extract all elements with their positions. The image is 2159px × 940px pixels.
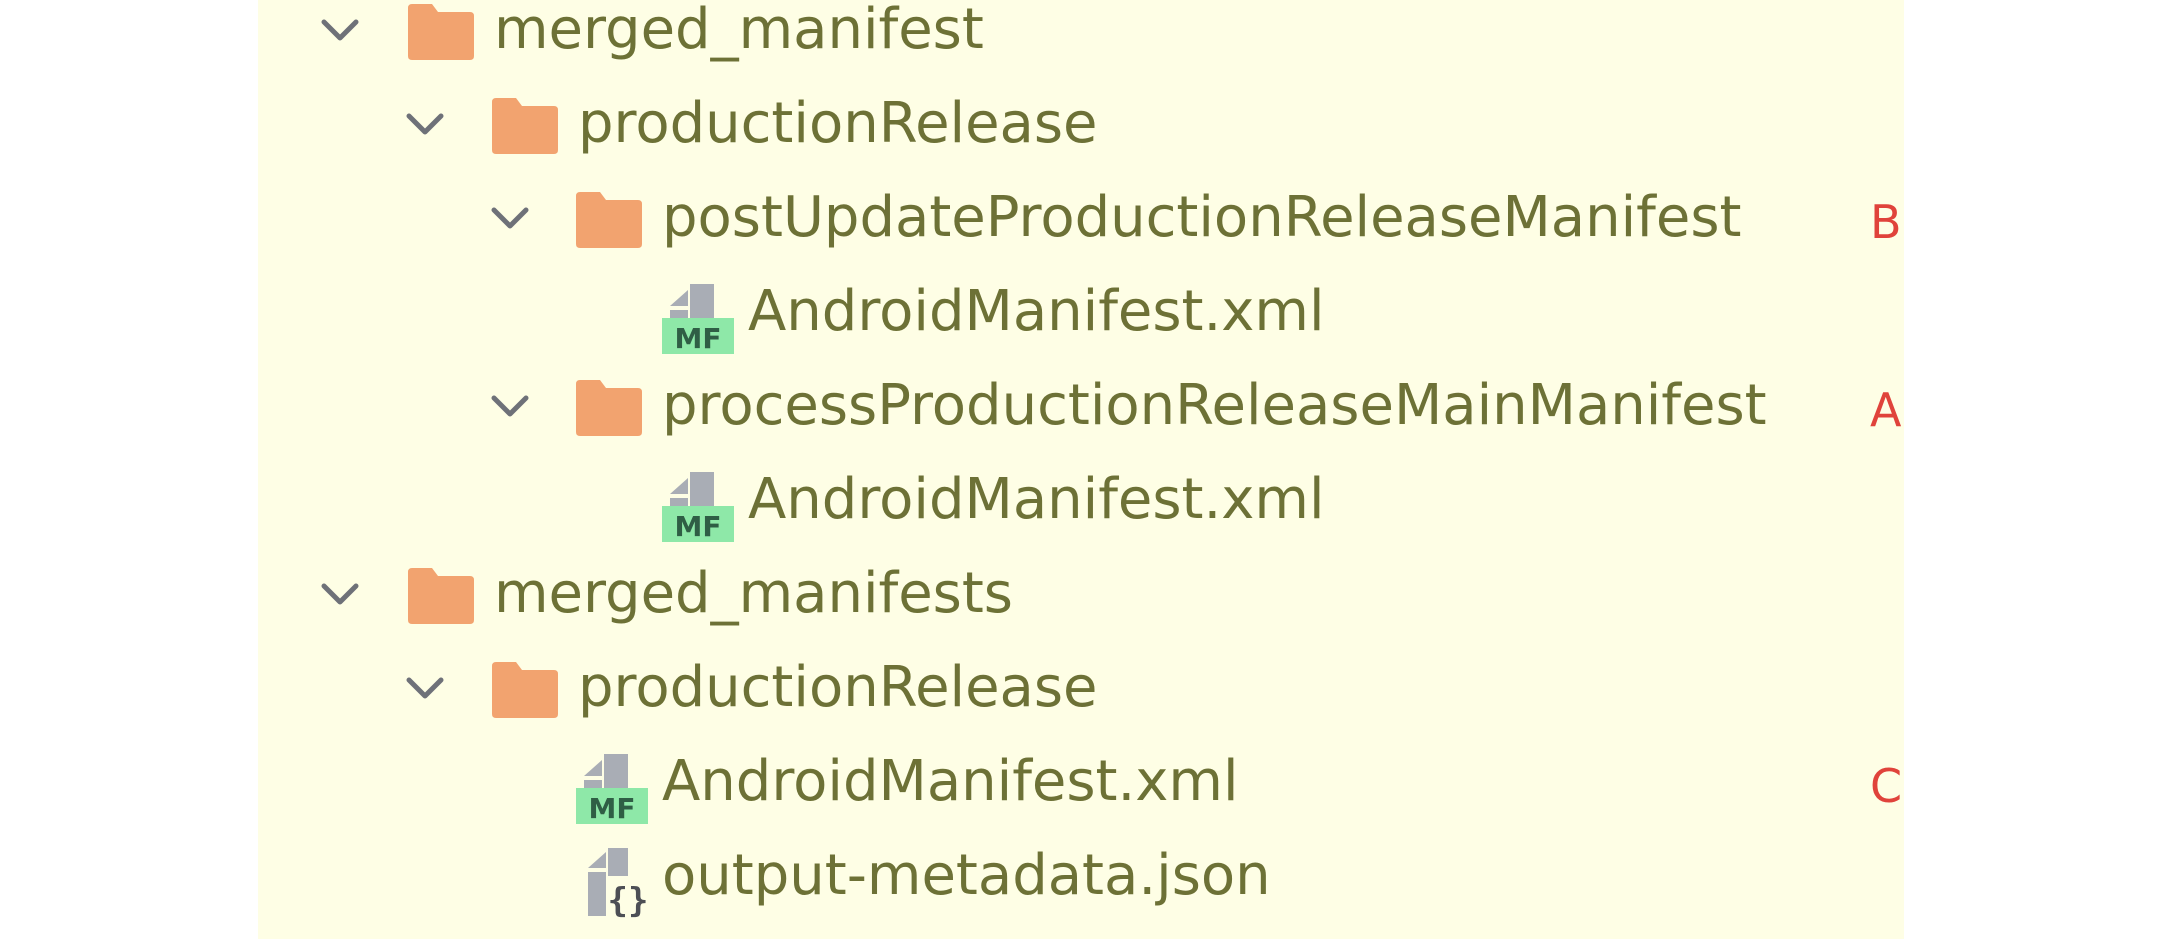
annotation-marker: C	[1870, 759, 1903, 813]
tree-row-json-file[interactable]: {} output-metadata.json	[258, 843, 1904, 940]
tree-row-production-release[interactable]: productionRelease	[258, 655, 1904, 752]
folder-icon	[492, 98, 558, 154]
tree-row-manifest-file[interactable]: MF AndroidManifest.xml	[258, 279, 1904, 376]
tree-row-merged-manifest[interactable]: merged_manifest	[258, 0, 1904, 94]
manifest-file-icon: MF	[662, 470, 734, 542]
folder-icon	[408, 568, 474, 624]
tree-item-label: merged_manifests	[494, 561, 1013, 626]
annotation-marker: A	[1870, 383, 1902, 437]
chevron-down-icon[interactable]	[403, 102, 447, 146]
tree-row-merged-manifests[interactable]: merged_manifests	[258, 561, 1904, 658]
svg-text:MF: MF	[675, 510, 722, 542]
chevron-down-icon[interactable]	[488, 384, 532, 428]
chevron-down-icon[interactable]	[488, 196, 532, 240]
tree-item-label: output-metadata.json	[662, 843, 1271, 908]
folder-icon	[408, 4, 474, 60]
json-file-icon: {}	[584, 846, 656, 918]
tree-row-process-main-manifest[interactable]: processProductionReleaseMainManifest A	[258, 373, 1904, 470]
tree-item-label: AndroidManifest.xml	[748, 467, 1325, 532]
chevron-down-icon[interactable]	[318, 8, 362, 52]
svg-text:MF: MF	[589, 792, 636, 824]
svg-text:{}: {}	[608, 881, 649, 918]
tree-item-label: AndroidManifest.xml	[748, 279, 1325, 344]
project-tree-panel: merged_manifest productionRelease postUp…	[258, 0, 1904, 939]
folder-icon	[576, 380, 642, 436]
tree-row-manifest-file[interactable]: MF AndroidManifest.xml	[258, 467, 1904, 564]
chevron-down-icon[interactable]	[318, 572, 362, 616]
svg-text:MF: MF	[675, 322, 722, 354]
tree-row-post-update-manifest[interactable]: postUpdateProductionReleaseManifest B	[258, 185, 1904, 282]
folder-icon	[576, 192, 642, 248]
chevron-down-icon[interactable]	[403, 666, 447, 710]
tree-row-production-release[interactable]: productionRelease	[258, 91, 1904, 188]
tree-item-label: productionRelease	[578, 91, 1098, 156]
tree-item-label: postUpdateProductionReleaseManifest	[662, 185, 1742, 250]
folder-icon	[492, 662, 558, 718]
annotation-marker: B	[1870, 195, 1902, 249]
tree-item-label: productionRelease	[578, 655, 1098, 720]
tree-row-manifest-file[interactable]: MF AndroidManifest.xml C	[258, 749, 1904, 846]
tree-item-label: merged_manifest	[494, 0, 984, 62]
tree-item-label: AndroidManifest.xml	[662, 749, 1239, 814]
manifest-file-icon: MF	[662, 282, 734, 354]
manifest-file-icon: MF	[576, 752, 648, 824]
tree-item-label: processProductionReleaseMainManifest	[662, 373, 1767, 438]
